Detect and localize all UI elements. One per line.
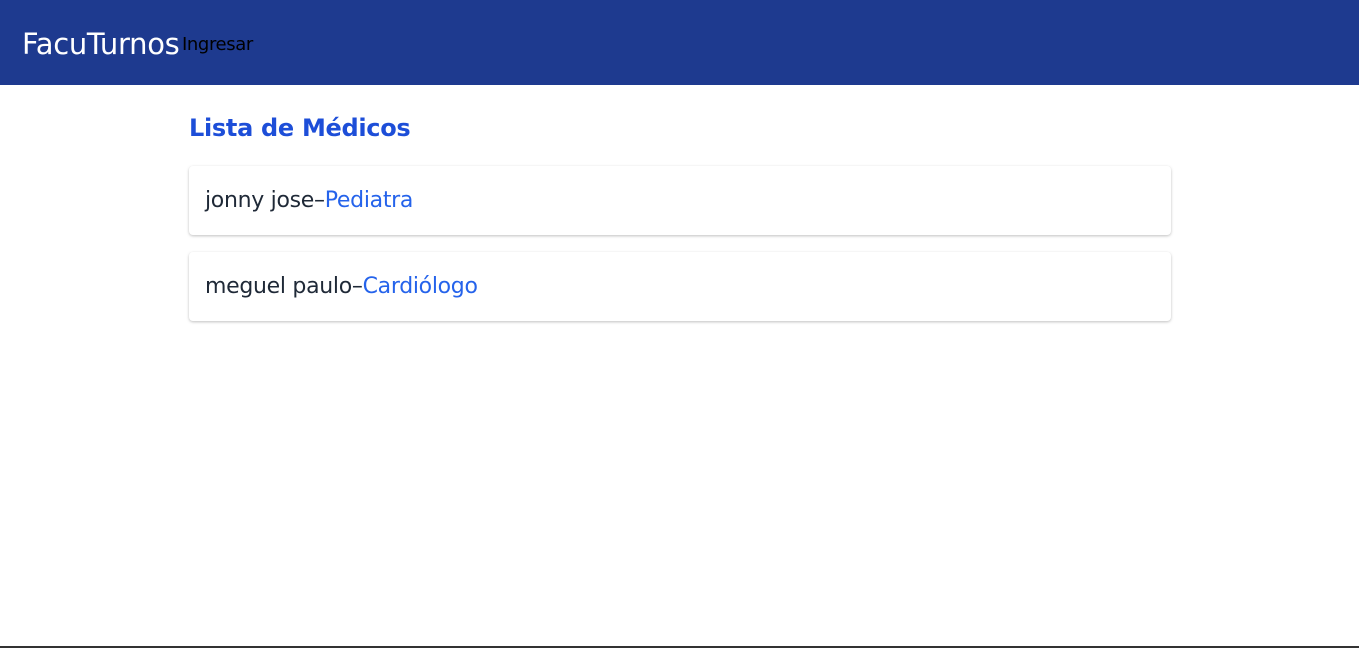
doctor-list: jonny jose – Pediatra meguel paulo – Car…	[189, 166, 1171, 338]
doctor-name: meguel paulo	[205, 273, 352, 299]
doctor-card: jonny jose – Pediatra	[189, 166, 1171, 235]
doctor-specialty: Pediatra	[324, 187, 414, 213]
separator: –	[314, 187, 325, 213]
login-link[interactable]: Ingresar	[182, 34, 253, 56]
doctor-name: jonny jose	[205, 187, 315, 213]
separator: –	[351, 273, 363, 299]
doctor-card: meguel paulo – Cardiólogo	[189, 252, 1171, 321]
top-navbar: FacuTurnos Ingresar	[0, 0, 1359, 85]
brand-logo-link[interactable]: FacuTurnos	[22, 26, 180, 62]
doctor-specialty: Cardiólogo	[362, 273, 478, 299]
page-title: Lista de Médicos	[189, 114, 411, 142]
